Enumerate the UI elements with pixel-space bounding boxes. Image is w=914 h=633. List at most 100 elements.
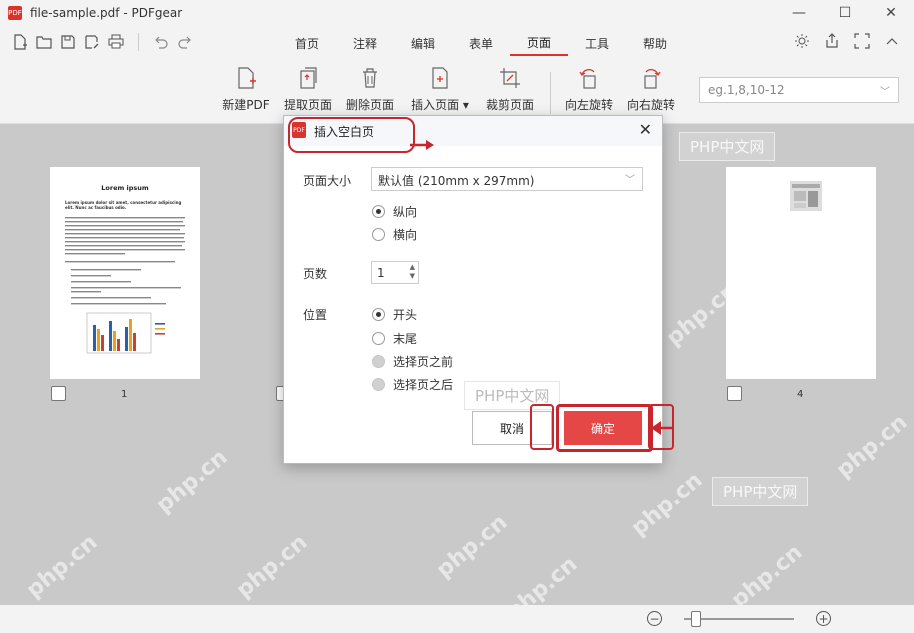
tab-home[interactable]: 首页 — [278, 30, 336, 56]
radio-dot — [372, 332, 385, 345]
menu-tabs: 首页 注释 编辑 表单 页面 工具 帮助 — [278, 30, 684, 56]
delete-pages-label: 删除页面 — [345, 98, 394, 112]
thumb-subheading: Lorem ipsum dolor sit amet, consectetur … — [65, 200, 182, 210]
page-range-placeholder: eg.1,8,10-12 — [708, 83, 785, 97]
insert-pages-button[interactable]: 插入页面 ▾ — [409, 66, 471, 113]
watermark-diagonal: php.cn — [626, 467, 708, 542]
orientation-landscape-radio[interactable]: 横向 — [372, 226, 417, 243]
rotate-left-button[interactable]: 向左旋转 — [558, 66, 620, 113]
dialog-close-icon[interactable]: ✕ — [639, 120, 652, 139]
new-file-icon[interactable] — [10, 32, 30, 52]
page-count-stepper[interactable]: 1 ▲ ▼ — [371, 261, 419, 284]
brightness-icon[interactable] — [794, 33, 810, 52]
extract-pages-button[interactable]: 提取页面 — [277, 66, 339, 113]
watermark-diagonal: php.cn — [151, 444, 233, 519]
ribbon-separator — [550, 72, 551, 114]
rotate-right-icon — [644, 69, 661, 89]
orientation-portrait-radio[interactable]: 纵向 — [372, 203, 417, 220]
thumb-image-preview — [790, 181, 822, 211]
page-range-input[interactable]: eg.1,8,10-12 ﹀ — [699, 77, 899, 103]
insert-page-icon — [432, 67, 448, 89]
collapse-icon[interactable] — [884, 33, 900, 52]
position-after-label: 选择页之后 — [393, 378, 454, 392]
annotation-arrow-icon — [410, 140, 434, 150]
zoom-slider-handle[interactable] — [691, 611, 701, 627]
redo-icon[interactable] — [175, 32, 195, 52]
stepper-arrows-icon[interactable]: ▲ ▼ — [410, 263, 415, 281]
page-thumbnail-4[interactable] — [726, 167, 876, 379]
tab-form[interactable]: 表单 — [452, 30, 510, 56]
new-pdf-icon — [238, 67, 256, 89]
watermark-diagonal: php.cn — [231, 529, 313, 604]
right-toolbar — [794, 33, 900, 52]
position-before-label: 选择页之前 — [393, 355, 454, 369]
crop-pages-button[interactable]: 裁剪页面 — [479, 66, 541, 113]
maximize-button[interactable]: ☐ — [822, 0, 868, 26]
zoom-in-icon[interactable]: + — [816, 611, 831, 626]
position-end-label: 末尾 — [393, 332, 418, 346]
page-1-number: 1 — [121, 389, 128, 400]
menu-bar: 首页 注释 编辑 表单 页面 工具 帮助 — [0, 26, 914, 60]
minimize-button[interactable]: — — [776, 0, 822, 26]
portrait-label: 纵向 — [393, 205, 418, 219]
share-icon[interactable] — [824, 33, 840, 52]
save-icon[interactable] — [58, 32, 78, 52]
tab-annotate[interactable]: 注释 — [336, 30, 394, 56]
page-size-select[interactable]: 默认值 (210mm x 297mm) ﹀ — [371, 167, 643, 191]
page-count-label: 页数 — [303, 267, 328, 281]
page-size-label: 页面大小 — [303, 174, 352, 188]
fullscreen-icon[interactable] — [854, 33, 870, 52]
crop-pages-label: 裁剪页面 — [485, 98, 534, 112]
tab-help[interactable]: 帮助 — [626, 30, 684, 56]
tab-edit[interactable]: 编辑 — [394, 30, 452, 56]
open-folder-icon[interactable] — [34, 32, 54, 52]
print-icon[interactable] — [106, 32, 126, 52]
position-start-radio[interactable]: 开头 — [372, 306, 417, 323]
new-pdf-label: 新建PDF — [222, 98, 270, 112]
radio-dot — [372, 228, 385, 241]
undo-icon[interactable] — [151, 32, 171, 52]
page-4-checkbox[interactable] — [727, 386, 742, 401]
quick-access-toolbar — [10, 32, 195, 52]
radio-dot — [372, 205, 385, 218]
rotate-right-label: 向右旋转 — [626, 98, 675, 112]
close-button[interactable]: ✕ — [868, 0, 914, 26]
tab-tools[interactable]: 工具 — [568, 30, 626, 56]
tab-page[interactable]: 页面 — [510, 30, 568, 56]
zoom-out-icon[interactable]: − — [647, 611, 662, 626]
radio-dot — [372, 378, 385, 391]
watermark-diagonal: php.cn — [431, 509, 513, 584]
page-1-checkbox[interactable] — [51, 386, 66, 401]
landscape-label: 横向 — [393, 228, 418, 242]
annotation-highlight-ok — [556, 404, 653, 452]
rotate-right-button[interactable]: 向右旋转 — [620, 66, 682, 113]
position-before-selected-radio[interactable]: 选择页之前 — [372, 353, 453, 370]
extract-pages-icon — [300, 67, 317, 89]
window-title: file-sample.pdf - PDFgear — [30, 6, 183, 20]
position-start-label: 开头 — [393, 308, 418, 322]
watermark-diagonal: php.cn — [726, 539, 808, 614]
page-count-value: 1 — [377, 266, 385, 280]
chevron-down-icon[interactable]: ﹀ — [880, 83, 890, 98]
toolbar-separator — [138, 33, 139, 51]
watermark-box: PHP中文网 — [712, 477, 809, 506]
window-controls: — ☐ ✕ — [776, 0, 914, 26]
rotate-left-icon — [579, 69, 596, 89]
annotation-bracket-left — [530, 404, 554, 450]
radio-dot — [372, 308, 385, 321]
position-end-radio[interactable]: 末尾 — [372, 330, 417, 347]
app-logo: PDF — [8, 6, 22, 20]
watermark-diagonal: php.cn — [21, 529, 103, 604]
save-as-icon[interactable] — [82, 32, 102, 52]
radio-dot — [372, 355, 385, 368]
page-thumbnail-1[interactable]: Lorem ipsum Lorem ipsum dolor sit amet, … — [50, 167, 200, 379]
chevron-down-icon: ﹀ — [625, 175, 635, 186]
position-after-selected-radio[interactable]: 选择页之后 — [372, 376, 453, 393]
watermark-box: PHP中文网 — [679, 132, 776, 161]
page-4-number: 4 — [797, 389, 804, 400]
delete-pages-button[interactable]: 删除页面 — [339, 66, 401, 113]
trash-icon — [363, 68, 377, 88]
new-pdf-button[interactable]: 新建PDF — [215, 66, 277, 113]
extract-pages-label: 提取页面 — [283, 98, 332, 112]
position-label: 位置 — [303, 308, 328, 322]
